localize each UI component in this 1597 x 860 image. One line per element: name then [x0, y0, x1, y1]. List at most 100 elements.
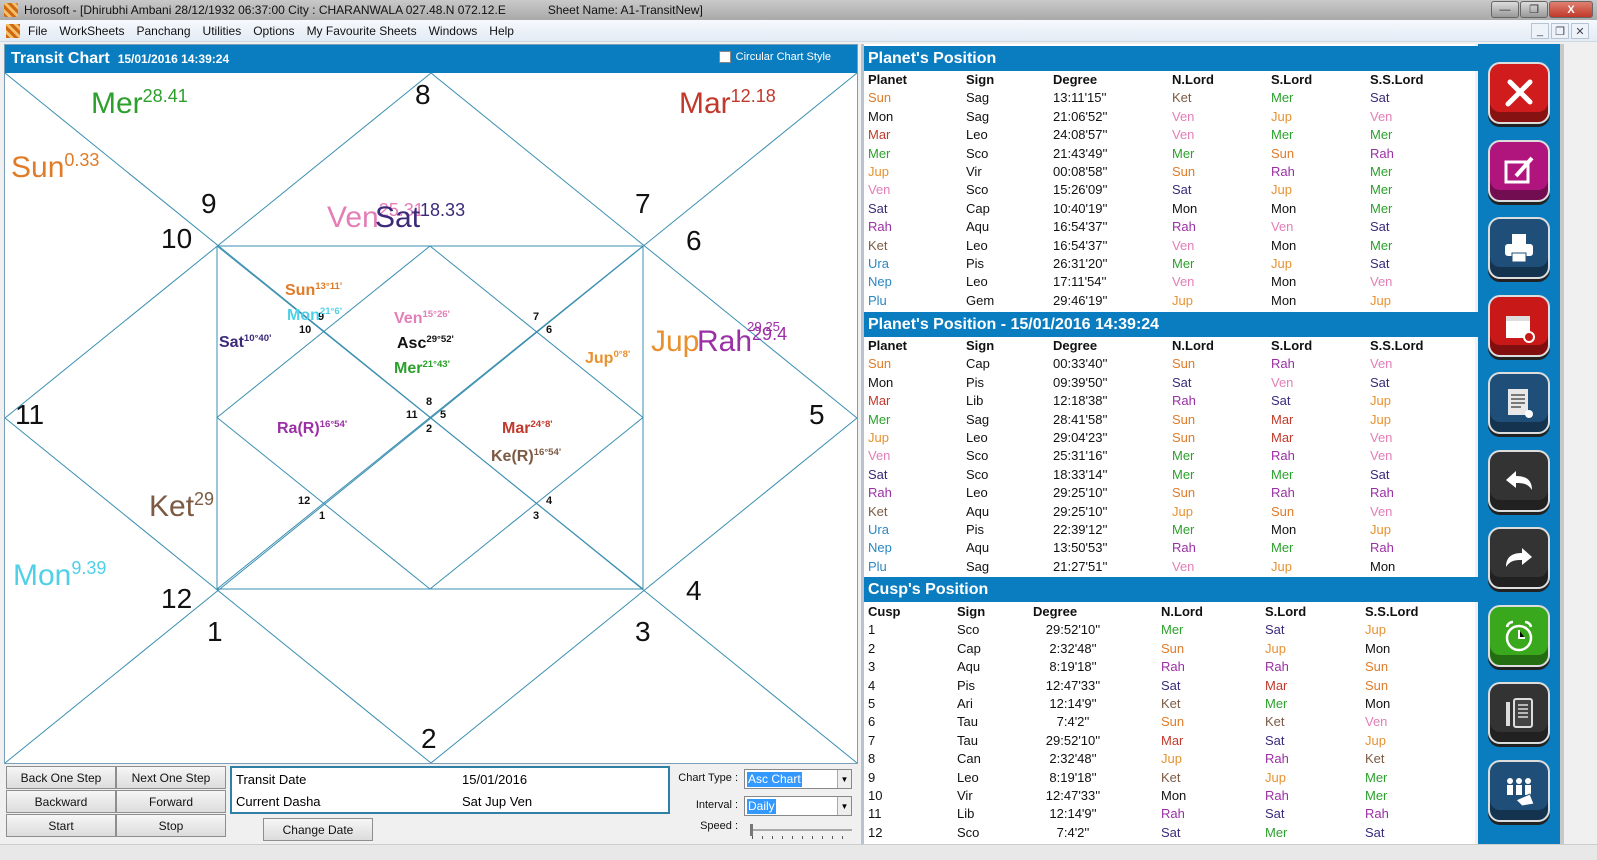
chevron-down-icon[interactable]: ▼ — [837, 797, 851, 815]
inner-planet-label-degree: 24°8' — [530, 419, 553, 431]
inner-house-number: 3 — [533, 511, 539, 522]
menu-panchang[interactable]: Panchang — [136, 24, 190, 38]
table-cell: 17:11'54'' — [1053, 274, 1107, 290]
table-row: Mon Sag 21:06'52'' Ven Jup Ven — [868, 109, 1478, 127]
column-header: Sign — [957, 604, 986, 619]
menu-help[interactable]: Help — [489, 24, 514, 38]
group-select-button[interactable] — [1488, 759, 1550, 822]
table-cell: Jup — [1271, 108, 1292, 124]
table-cell: Vir — [957, 787, 973, 803]
mdi-close-button[interactable]: ✕ — [1571, 23, 1589, 39]
table-cell: Mer — [868, 145, 891, 161]
menu-file[interactable]: File — [28, 24, 47, 38]
table-cell: Jup — [1370, 393, 1391, 409]
back-arrow-button[interactable] — [1488, 449, 1550, 512]
table-cell: Sat — [1370, 219, 1390, 235]
chart-type-select[interactable]: Asc Chart ▼ — [744, 769, 852, 789]
table-cell: Rah — [1161, 806, 1185, 822]
table-cell: Rah — [1271, 356, 1295, 372]
menu-worksheets[interactable]: WorkSheets — [59, 24, 124, 38]
menu-windows[interactable]: Windows — [429, 24, 478, 38]
table-cell: Mar — [1161, 732, 1184, 748]
table-cell: Sat — [1370, 466, 1390, 482]
close-button[interactable]: X — [1549, 1, 1593, 18]
inner-house-number: 1 — [319, 511, 325, 522]
table-cell: 8:19'18'' — [1049, 659, 1097, 675]
chart-header: Transit Chart 15/01/2016 14:39:24 Circul… — [5, 45, 857, 73]
table-row: Ket Leo 16:54'37'' Ven Mon Mer — [868, 238, 1478, 256]
change-date-button[interactable]: Change Date — [263, 818, 373, 841]
table-cell: Ket — [868, 503, 888, 519]
maximize-button[interactable]: ❐ — [1520, 1, 1548, 18]
inner-planet-label-name: Sun — [285, 282, 316, 299]
column-header: N.Lord — [1161, 604, 1203, 619]
window-titlebar: Horosoft - [Dhirubhi Ambani 28/12/1932 0… — [0, 0, 1597, 20]
table-cell: 2:32'48'' — [1049, 640, 1097, 656]
inner-planet-label-degree: 16°54' — [319, 419, 348, 431]
table-cell: Sat — [1161, 824, 1181, 840]
column-header: S.S.Lord — [1370, 72, 1424, 87]
next-one-step-button[interactable]: Next One Step — [116, 766, 226, 789]
outer-planet-label-degree: 29 — [194, 489, 215, 510]
calendar-button[interactable] — [1488, 294, 1550, 357]
column-header: S.Lord — [1271, 72, 1313, 87]
app-menu-icon[interactable] — [6, 23, 20, 38]
print-button[interactable] — [1488, 217, 1550, 279]
table-cell: Sat — [1370, 90, 1390, 106]
circular-chart-style-checkbox[interactable] — [718, 51, 731, 63]
inner-planet-label-name: Ke(R) — [491, 448, 534, 465]
forward-arrow-button[interactable] — [1488, 527, 1550, 589]
menu-utilities[interactable]: Utilities — [203, 24, 242, 38]
table-cell: 10 — [868, 787, 883, 803]
backward-button[interactable]: Backward — [6, 790, 116, 813]
outer-house-number: 2 — [421, 725, 437, 753]
table-cell: Ven — [1370, 429, 1393, 445]
inner-planet-label-name: Sat — [219, 334, 244, 351]
table-cell: Mon — [1172, 200, 1198, 216]
stop-button[interactable]: Stop — [116, 814, 226, 837]
start-button[interactable]: Start — [6, 814, 116, 837]
alarm-clock-button[interactable] — [1488, 604, 1550, 667]
notebook-button[interactable] — [1488, 682, 1550, 744]
outer-planet-label-degree: 28.41 — [142, 86, 188, 107]
chevron-down-icon[interactable]: ▼ — [837, 770, 851, 788]
table-cell: Nep — [868, 540, 892, 556]
table-cell: Rah — [1265, 751, 1289, 767]
positions-panel: Planet's Position Planet Sign Degree N.Lord… — [861, 44, 1478, 844]
document-pointer-icon — [1508, 389, 1533, 418]
interval-select[interactable]: Daily ▼ — [744, 796, 852, 816]
speed-slider[interactable] — [748, 824, 852, 840]
status-bar — [0, 844, 1597, 860]
outer-house-number-name: 4 — [686, 575, 702, 606]
speed-slider-thumb[interactable] — [750, 824, 753, 836]
inner-house-number-name: 5 — [440, 409, 447, 421]
mdi-minimize-button[interactable]: _ — [1531, 23, 1549, 39]
edit-button[interactable] — [1488, 139, 1550, 202]
tools-button[interactable] — [1488, 62, 1550, 124]
table-row: Ven Sco 25:31'16'' Mer Rah Ven — [868, 448, 1478, 466]
table-cell: 00:33'40'' — [1053, 356, 1108, 372]
table-cell: Vir — [966, 163, 982, 179]
table-cell: Sco — [966, 466, 989, 482]
outer-house-number: 12 — [161, 585, 192, 613]
document-pointer-button[interactable] — [1488, 372, 1550, 434]
table-cell: 21:27'51'' — [1053, 558, 1108, 574]
menu-my-favourite-sheets[interactable]: My Favourite Sheets — [307, 24, 417, 38]
table-cell: Jup — [1161, 751, 1182, 767]
cusp-positions-table: Cusp Sign Degree N.Lord S.Lord S.S.Lord 1 Sco 29… — [868, 604, 1478, 843]
minimize-button[interactable]: — — [1491, 1, 1519, 18]
table-cell: Sat — [1265, 622, 1285, 638]
forward-button[interactable]: Forward — [116, 790, 226, 813]
back-one-step-button[interactable]: Back One Step — [6, 766, 116, 789]
table-cell: Mer — [1365, 769, 1388, 785]
mdi-restore-button[interactable]: ❐ — [1551, 23, 1569, 39]
menu-options[interactable]: Options — [253, 24, 294, 38]
circular-chart-style-option[interactable]: Circular Chart Style — [718, 51, 831, 63]
inner-planet-label: Ra(R)16°54' — [277, 419, 348, 437]
outer-planet-label-name: Jup — [651, 325, 700, 358]
outer-planet-label: Mon9.39 — [13, 559, 106, 591]
inner-planet-label-degree: 10°40' — [243, 333, 272, 345]
table-cell: 15:26'09'' — [1053, 182, 1108, 198]
table-cell: Mer — [1271, 466, 1294, 482]
table-cell: Sat — [868, 466, 888, 482]
